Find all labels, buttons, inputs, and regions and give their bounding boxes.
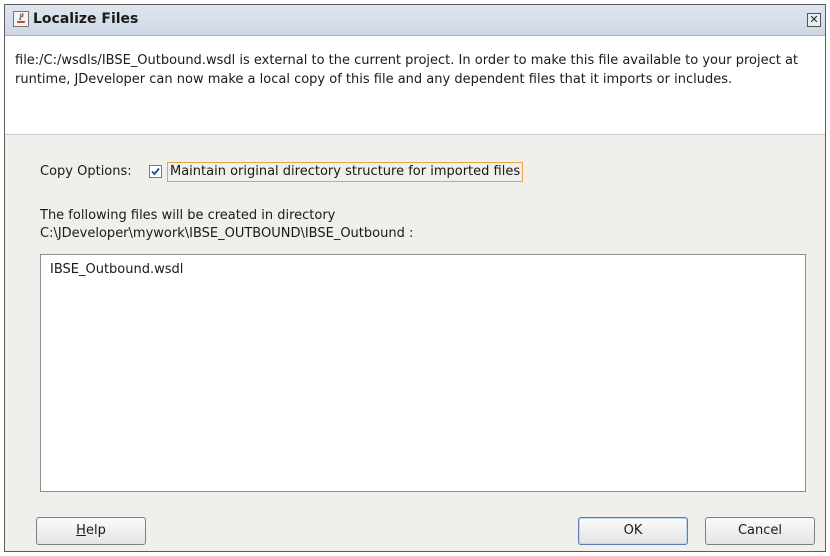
files-intro: The following files will be created in d… bbox=[40, 207, 413, 243]
help-label: elp bbox=[85, 523, 106, 538]
maintain-structure-label[interactable]: Maintain original directory structure fo… bbox=[167, 162, 524, 182]
title-bar[interactable]: Localize Files ✕ bbox=[5, 5, 825, 36]
file-list[interactable]: IBSE_Outbound.wsdl bbox=[40, 254, 806, 492]
help-button[interactable]: Help bbox=[36, 517, 146, 545]
java-app-icon bbox=[13, 11, 29, 27]
check-mark-icon bbox=[151, 167, 160, 176]
description-panel: file:/C:/wsdls/IBSE_Outbound.wsdl is ext… bbox=[5, 36, 825, 135]
target-directory: C:\JDeveloper\mywork\IBSE_OUTBOUND\IBSE_… bbox=[40, 226, 414, 241]
help-mnemonic: H bbox=[76, 523, 86, 538]
files-intro-line: The following files will be created in d… bbox=[40, 208, 336, 223]
cancel-button[interactable]: Cancel bbox=[705, 517, 815, 545]
maintain-structure-checkbox[interactable] bbox=[149, 165, 162, 178]
close-icon[interactable]: ✕ bbox=[807, 13, 821, 27]
ok-button[interactable]: OK bbox=[578, 517, 688, 545]
description-text: file:/C:/wsdls/IBSE_Outbound.wsdl is ext… bbox=[15, 53, 799, 87]
window-title: Localize Files bbox=[33, 11, 139, 27]
copy-options-label: Copy Options: bbox=[40, 164, 132, 179]
list-item[interactable]: IBSE_Outbound.wsdl bbox=[50, 262, 183, 277]
